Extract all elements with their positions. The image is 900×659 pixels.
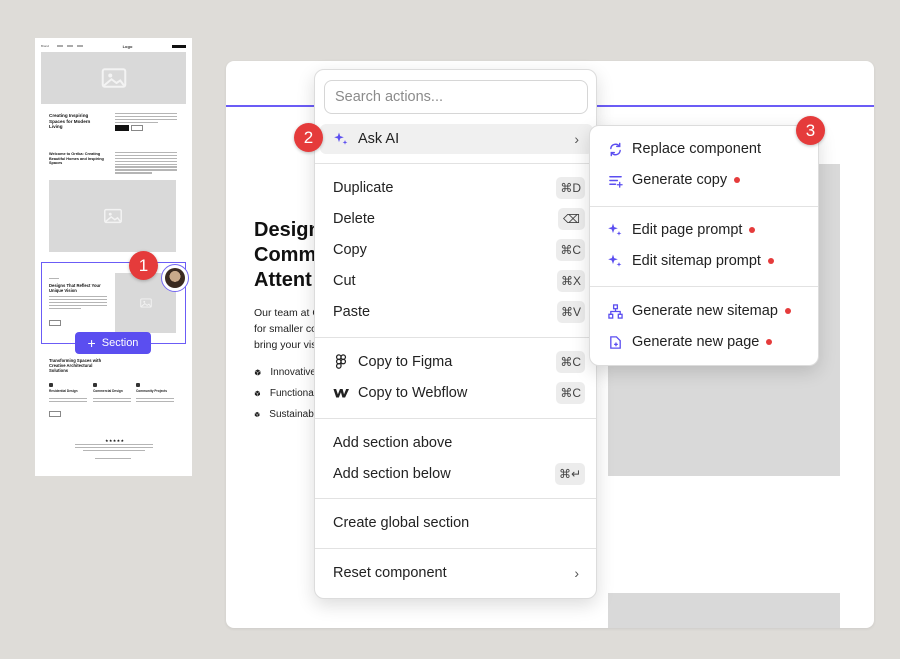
canvas-feature: Sustainabl [254,404,316,425]
canvas-feature: Functional [254,383,316,404]
menu-item-paste[interactable]: Paste ⌘V [320,297,593,327]
new-indicator-dot [749,227,756,233]
page-thumbnail[interactable]: Brand Logo Creating Inspiring Spaces for… [35,38,192,476]
menu-item-reset-component[interactable]: Reset component › [320,558,593,588]
step-badge-1: 1 [129,251,158,280]
thumbnail-nav: Brand Logo [41,42,186,50]
thumbnail-logo: Logo [122,43,133,49]
chevron-right-icon: › [574,131,579,147]
step-badge-2: 2 [294,123,323,152]
add-section-button[interactable]: + Section [75,332,151,354]
search-actions-input[interactable] [324,80,588,114]
shortcut-badge: ⌘↵ [554,463,585,485]
thumbnail-feature: Residential Design [49,389,78,393]
replace-icon [607,141,623,157]
menu-item-add-section-below[interactable]: Add section below ⌘↵ [320,459,593,489]
thumbnail-feature: Commercial Design [93,389,123,393]
avatar-photo [165,268,185,288]
canvas-feature: Innovative [254,362,316,383]
sparkle-icon [607,253,623,269]
canvas-paragraph: Our team at G for smaller cor bring your… [254,307,316,351]
new-indicator-dot [734,177,741,183]
shortcut-badge: ⌫ [558,208,585,230]
menu-item-delete[interactable]: Delete ⌫ [320,204,593,234]
shortcut-badge: ⌘C [556,382,585,404]
ask-ai-submenu: Replace component Generate copy Edit pag… [589,125,819,366]
submenu-item-generate-new-sitemap[interactable]: Generate new sitemap [595,296,815,326]
menu-item-add-section-above[interactable]: Add section above [320,428,593,458]
webflow-icon [333,385,349,401]
menu-item-create-global-section[interactable]: Create global section [320,508,593,538]
shortcut-badge: ⌘C [556,239,585,261]
menu-item-duplicate[interactable]: Duplicate ⌘D [320,173,593,203]
submenu-item-edit-sitemap-prompt[interactable]: Edit sitemap prompt [595,246,815,276]
sparkle-icon [607,222,623,238]
figma-icon [333,354,349,370]
new-indicator-dot [767,258,774,264]
thumbnail-title-1: Creating Inspiring Spaces for Modern Liv… [49,113,91,129]
user-avatar[interactable] [161,264,189,292]
menu-item-copy-to-figma[interactable]: Copy to Figma ⌘C [320,347,593,377]
cube-icon [254,411,260,418]
thumbnail-stars: ★★★★★ [105,438,125,443]
menu-item-copy-to-webflow[interactable]: Copy to Webflow ⌘C [320,378,593,408]
thumbnail-feature: Community Projects [136,389,167,393]
submenu-item-generate-new-page[interactable]: Generate new page [595,327,815,357]
submenu-item-edit-page-prompt[interactable]: Edit page prompt [595,215,815,245]
step-badge-3: 3 [796,116,825,145]
thumbnail-title-2: Welcome to Orrika: Creating Beautiful Ho… [49,152,104,166]
new-indicator-dot [784,308,791,314]
new-indicator-dot [766,339,773,345]
shortcut-badge: ⌘C [556,351,585,373]
ask-ai-label: Ask AI [358,131,400,147]
sitemap-icon [607,303,623,319]
submenu-item-generate-copy[interactable]: Generate copy [595,165,815,195]
plus-icon: + [87,335,96,351]
cube-icon [254,369,261,376]
thumbnail-title-4: Transforming Spaces with Creative Archit… [49,358,102,374]
text-lines-icon [607,172,623,188]
canvas-feature-list: Innovative Functional Sustainabl [254,362,316,425]
shortcut-badge: ⌘D [556,177,585,199]
chevron-right-icon: › [574,565,579,581]
submenu-item-replace-component[interactable]: Replace component [595,134,815,164]
sparkle-icon [333,131,349,147]
new-page-icon [607,334,623,350]
thumbnail-title-3: Designs That Reflect Your Unique Vision [49,283,101,294]
menu-item-copy[interactable]: Copy ⌘C [320,235,593,265]
menu-item-ask-ai[interactable]: Ask AI › [320,124,593,154]
thumbnail-image-2 [49,180,176,252]
menu-item-cut[interactable]: Cut ⌘X [320,266,593,296]
canvas-image-placeholder-2 [608,593,840,628]
shortcut-badge: ⌘V [556,301,585,323]
add-section-label: Section [101,337,139,349]
cube-icon [254,390,261,397]
thumbnail-brand: Brand [41,44,50,48]
thumbnail-hero-image [41,52,186,104]
shortcut-badge: ⌘X [556,270,585,292]
context-menu: Ask AI › Duplicate ⌘D Delete ⌫ Copy ⌘C C… [314,69,597,599]
